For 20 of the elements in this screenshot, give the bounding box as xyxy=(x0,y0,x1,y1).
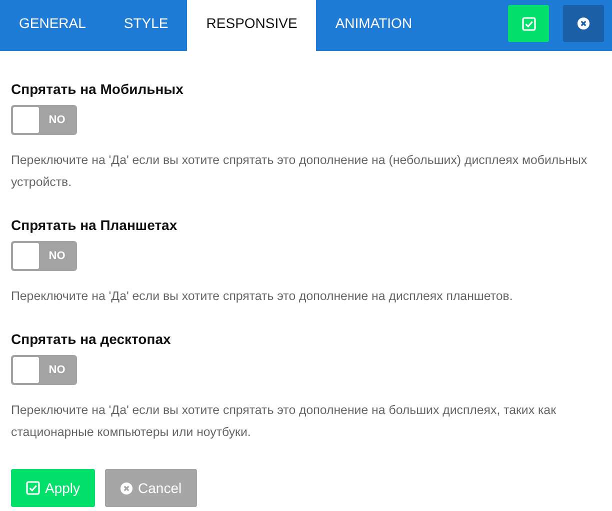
tab[interactable]: STYLE xyxy=(104,0,188,51)
apply-button[interactable]: Apply xyxy=(11,469,96,507)
cancel-icon xyxy=(120,482,134,494)
close-button[interactable] xyxy=(563,5,604,42)
tab[interactable]: ANIMATION xyxy=(316,0,432,51)
setting-title: Спрятать на Планшетах xyxy=(11,217,178,233)
setting-description: Переключите на 'Да' если вы хотите спрятать это дополнение на (небольших) дисплеях мобильных устройств. xyxy=(11,152,588,191)
setting-title: Спрятать на Мобильных xyxy=(11,81,184,97)
tab[interactable]: GENERAL xyxy=(0,0,105,51)
close-icon xyxy=(577,17,590,30)
toggle-switch[interactable]: NO xyxy=(11,105,77,135)
cancel-button[interactable]: Cancel xyxy=(105,469,197,507)
tab[interactable]: RESPONSIVE xyxy=(187,0,316,51)
checkbox-check-icon xyxy=(522,16,536,30)
toggle-switch[interactable]: NO xyxy=(11,355,77,385)
toggle-switch[interactable]: NO xyxy=(11,241,77,271)
setting-description: Переключите на 'Да' если вы хотите спрятать это дополнение на дисплеях планшетов. xyxy=(11,288,514,305)
setting-description: Переключите на 'Да' если вы хотите спрятать это дополнение на больших дисплеях, таких как стационарные компьютеры или ноутбуки. xyxy=(11,402,557,441)
setting-title: Спрятать на десктопах xyxy=(11,331,171,347)
checkbox-check-icon xyxy=(26,481,40,495)
